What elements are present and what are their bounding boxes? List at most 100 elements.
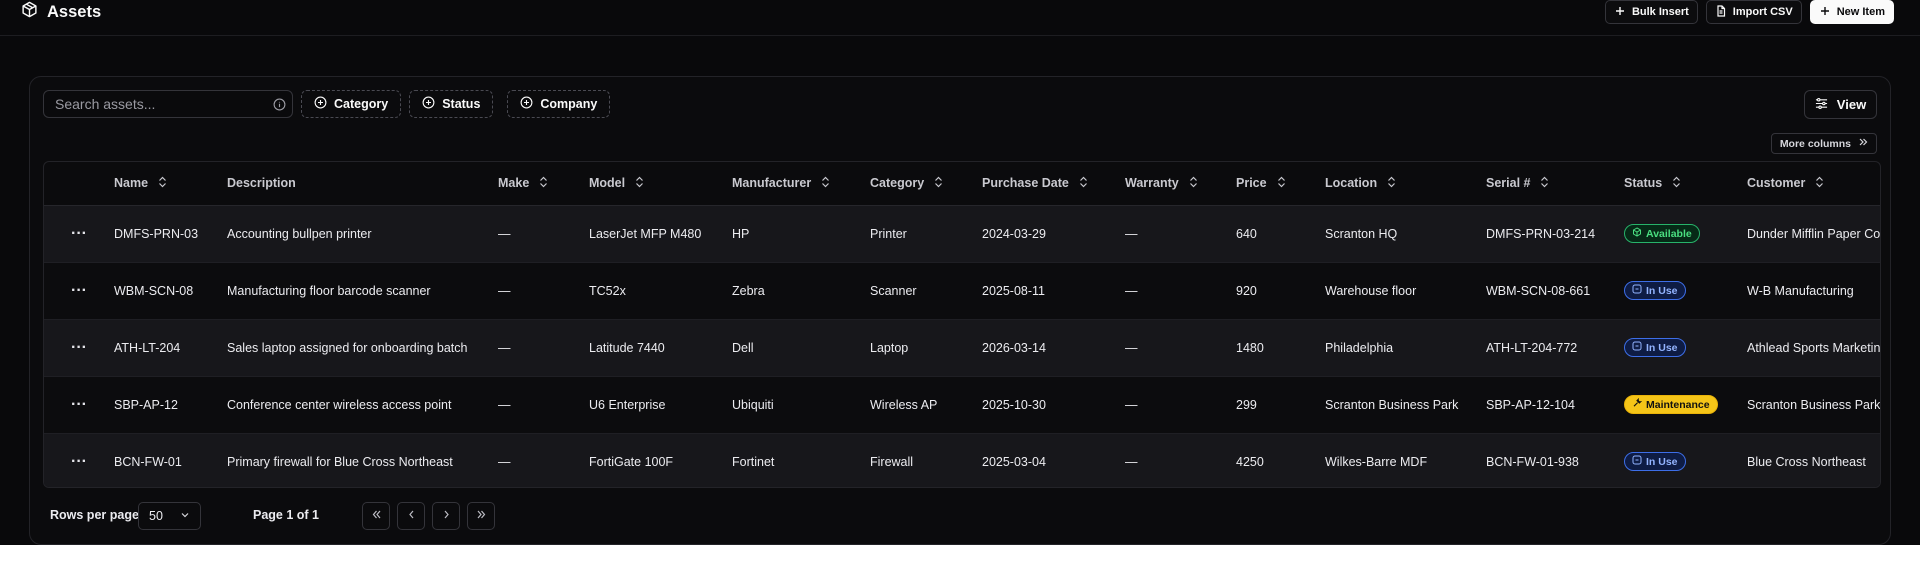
row-actions-button[interactable]: ··· — [44, 376, 114, 434]
column-header-manufacturer[interactable]: Manufacturer — [732, 162, 870, 206]
column-header-description: Description — [227, 162, 498, 206]
sort-icon — [1815, 176, 1824, 191]
top-bar: Assets Bulk Insert Import CSV New Item — [0, 0, 1920, 36]
cell-name: ATH-LT-204 — [114, 319, 227, 377]
search-box — [43, 90, 293, 118]
new-item-button[interactable]: New Item — [1809, 0, 1894, 24]
user-square-icon — [1632, 341, 1642, 354]
column-header-price[interactable]: Price — [1236, 162, 1325, 206]
cell-make: — — [498, 262, 589, 320]
cell-customer: Blue Cross Northeast — [1747, 433, 1880, 487]
page-title: Assets — [47, 2, 102, 21]
column-header-category[interactable]: Category — [870, 162, 982, 206]
cell-customer: Dunder Mifflin Paper Co — [1747, 205, 1880, 263]
row-actions-button[interactable]: ··· — [44, 205, 114, 263]
filter-company-button[interactable]: Company — [507, 90, 611, 118]
cell-name: BCN-FW-01 — [114, 433, 227, 487]
cell-serial: WBM-SCN-08-661 — [1486, 262, 1624, 320]
cell-description: Conference center wireless access point — [227, 376, 498, 434]
column-header-warranty[interactable]: Warranty — [1125, 162, 1236, 206]
table-row[interactable]: ··· SBP-AP-12 Conference center wireless… — [44, 376, 1880, 434]
pagination: Rows per page 50 Page 1 of 1 — [30, 502, 1890, 530]
column-header-label: Description — [227, 176, 296, 191]
sort-icon — [158, 176, 167, 191]
cell-model: U6 Enterprise — [589, 376, 732, 434]
cell-customer: Athlead Sports Marketing — [1747, 319, 1880, 377]
chevron-down-icon — [180, 509, 190, 523]
cell-model: FortiGate 100F — [589, 433, 732, 487]
cell-serial: DMFS-PRN-03-214 — [1486, 205, 1624, 263]
filter-bar: Category Status Company — [43, 90, 611, 118]
view-button[interactable]: View — [1804, 90, 1877, 119]
chevrons-left-icon — [371, 507, 382, 525]
cell-description: Manufacturing floor barcode scanner — [227, 262, 498, 320]
status-badge: In Use — [1624, 281, 1686, 300]
row-actions-button[interactable]: ··· — [44, 433, 114, 487]
cell-name: WBM-SCN-08 — [114, 262, 227, 320]
table-row[interactable]: ··· WBM-SCN-08 Manufacturing floor barco… — [44, 262, 1880, 320]
column-header-label: Serial # — [1486, 176, 1531, 191]
filter-status-button[interactable]: Status — [409, 90, 494, 118]
header-actions: Bulk Insert Import CSV New Item — [1604, 0, 1894, 24]
next-page-button[interactable] — [432, 502, 460, 530]
column-header-label: Customer — [1747, 176, 1806, 191]
cell-manufacturer: Ubiquiti — [732, 376, 870, 434]
cell-status: In Use — [1624, 262, 1747, 320]
package-icon — [1632, 227, 1642, 240]
import-csv-button[interactable]: Import CSV — [1705, 0, 1802, 24]
more-columns-button[interactable]: More columns — [1770, 133, 1877, 154]
plus-icon — [1819, 5, 1831, 20]
filter-status-label: Status — [442, 97, 481, 111]
cell-location: Scranton Business Park — [1325, 376, 1486, 434]
status-badge: Available — [1624, 224, 1700, 243]
filter-company-label: Company — [540, 97, 598, 111]
column-header-model[interactable]: Model — [589, 162, 732, 206]
column-header-purchase-date[interactable]: Purchase Date — [982, 162, 1125, 206]
previous-page-button[interactable] — [397, 502, 425, 530]
filter-category-label: Category — [334, 97, 389, 111]
cell-description: Primary firewall for Blue Cross Northeas… — [227, 433, 498, 487]
package-icon — [21, 1, 38, 23]
info-icon[interactable] — [273, 98, 286, 111]
cell-price: 920 — [1236, 262, 1325, 320]
column-header-serial[interactable]: Serial # — [1486, 162, 1624, 206]
filter-category-button[interactable]: Category — [301, 90, 402, 118]
status-label: Available — [1646, 227, 1692, 240]
bulk-insert-button[interactable]: Bulk Insert — [1604, 0, 1698, 24]
sort-icon — [1387, 176, 1396, 191]
cell-price: 1480 — [1236, 319, 1325, 377]
table-row[interactable]: ··· BCN-FW-01 Primary firewall for Blue … — [44, 433, 1880, 487]
import-csv-label: Import CSV — [1732, 6, 1793, 18]
column-header-label: Price — [1236, 176, 1267, 191]
rows-per-page-select[interactable]: 50 — [138, 502, 201, 530]
cell-purchase-date: 2025-03-04 — [982, 433, 1125, 487]
sort-icon — [539, 176, 548, 191]
column-header-make[interactable]: Make — [498, 162, 589, 206]
cell-purchase-date: 2024-03-29 — [982, 205, 1125, 263]
cell-category: Printer — [870, 205, 982, 263]
sort-icon — [1277, 176, 1286, 191]
sort-icon — [934, 176, 943, 191]
column-header-label: Warranty — [1125, 176, 1179, 191]
cell-manufacturer: HP — [732, 205, 870, 263]
column-header-name[interactable]: Name — [114, 162, 227, 206]
table-row[interactable]: ··· DMFS-PRN-03 Accounting bullpen print… — [44, 205, 1880, 263]
bulk-insert-label: Bulk Insert — [1631, 6, 1689, 18]
row-actions-button[interactable]: ··· — [44, 262, 114, 320]
table-row[interactable]: ··· ATH-LT-204 Sales laptop assigned for… — [44, 319, 1880, 377]
last-page-button[interactable] — [467, 502, 495, 530]
row-actions-button[interactable]: ··· — [44, 319, 114, 377]
column-header-status[interactable]: Status — [1624, 162, 1747, 206]
status-badge: In Use — [1624, 338, 1686, 357]
cell-price: 640 — [1236, 205, 1325, 263]
column-header-location[interactable]: Location — [1325, 162, 1486, 206]
cell-location: Scranton HQ — [1325, 205, 1486, 263]
column-header-customer[interactable]: Customer — [1747, 162, 1880, 206]
column-header-actions — [44, 162, 114, 206]
chevron-left-icon — [406, 507, 417, 525]
cell-manufacturer: Dell — [732, 319, 870, 377]
first-page-button[interactable] — [362, 502, 390, 530]
search-input[interactable] — [44, 91, 292, 117]
rows-per-page-label: Rows per page — [50, 508, 139, 522]
sort-icon — [1672, 176, 1681, 191]
